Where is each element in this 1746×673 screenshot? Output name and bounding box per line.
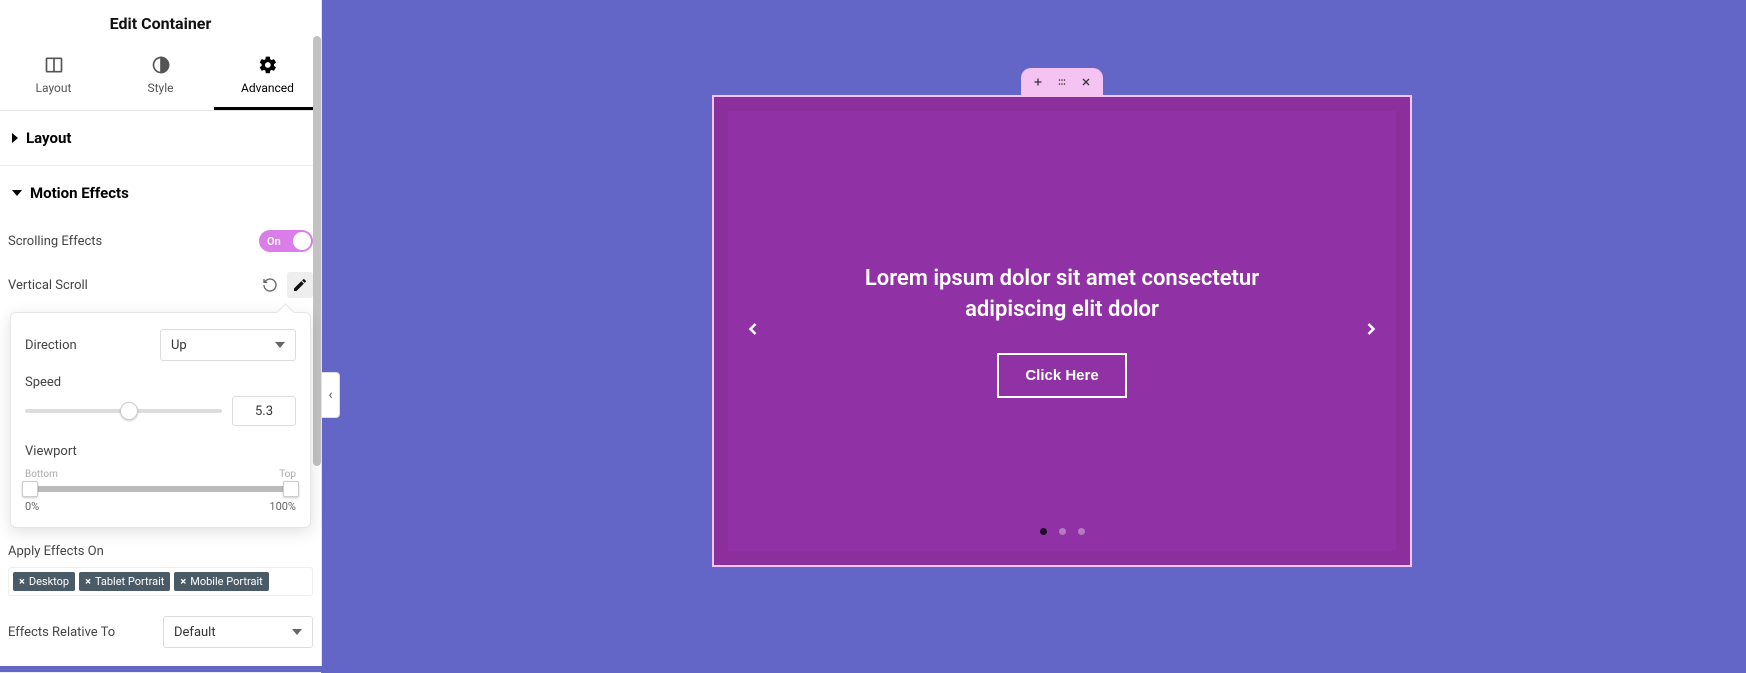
speed-value: 5.3 bbox=[255, 404, 273, 419]
direction-value: Up bbox=[171, 338, 187, 353]
vertical-scroll-controls bbox=[257, 272, 313, 298]
tab-advanced-label: Advanced bbox=[241, 81, 294, 95]
viewport-label: Viewport bbox=[25, 444, 77, 459]
slide-title: Lorem ipsum dolor sit amet consectetur a… bbox=[852, 264, 1272, 326]
panel-title: Edit Container bbox=[0, 0, 321, 45]
columns-icon bbox=[44, 55, 64, 75]
chevron-left-icon bbox=[743, 319, 763, 339]
panel-tabs: Layout Style Advanced bbox=[0, 45, 321, 111]
selected-container: Lorem ipsum dolor sit amet consectetur a… bbox=[712, 68, 1412, 567]
chevron-right-icon bbox=[1361, 319, 1381, 339]
carousel-prev-button[interactable] bbox=[740, 316, 766, 346]
tag-desktop[interactable]: ×Desktop bbox=[13, 572, 75, 591]
close-icon[interactable] bbox=[1080, 76, 1092, 88]
contrast-icon bbox=[151, 55, 171, 75]
carousel-dot-2[interactable] bbox=[1059, 528, 1066, 535]
effects-relative-row: Effects Relative To Default bbox=[8, 602, 313, 658]
section-motion-header[interactable]: Motion Effects bbox=[0, 166, 321, 220]
motion-effects-body: Scrolling Effects On Vertical Scroll bbox=[0, 220, 321, 672]
section-layout: Layout bbox=[0, 111, 321, 166]
slide-content: Lorem ipsum dolor sit amet consectetur a… bbox=[852, 264, 1272, 399]
apply-effects-on-row: Apply Effects On ×Desktop ×Tablet Portra… bbox=[8, 538, 313, 602]
editor-canvas: ‹ Lorem ipsum dolor sit amet consectetur… bbox=[322, 0, 1746, 666]
apply-effects-on-tags[interactable]: ×Desktop ×Tablet Portrait ×Mobile Portra… bbox=[8, 567, 313, 596]
remove-tag-icon[interactable]: × bbox=[180, 575, 186, 588]
scrolling-effects-toggle[interactable]: On bbox=[259, 230, 313, 252]
collapse-panel-button[interactable]: ‹ bbox=[322, 372, 340, 418]
viewport-range-slider[interactable] bbox=[25, 486, 296, 492]
tag-tablet-portrait[interactable]: ×Tablet Portrait bbox=[79, 572, 170, 591]
pencil-icon bbox=[292, 277, 308, 293]
tag-mobile-portrait[interactable]: ×Mobile Portrait bbox=[174, 572, 268, 591]
direction-label: Direction bbox=[25, 338, 77, 353]
reset-button[interactable] bbox=[257, 272, 283, 298]
editor-panel: Edit Container Layout Style Advanced Lay… bbox=[0, 0, 322, 666]
effects-relative-label: Effects Relative To bbox=[8, 625, 115, 640]
vertical-scroll-row: Vertical Scroll bbox=[8, 262, 313, 308]
section-layout-header[interactable]: Layout bbox=[0, 111, 321, 165]
viewport-row: Viewport Bottom Top 0% 100% bbox=[25, 444, 296, 513]
tab-style-label: Style bbox=[147, 81, 173, 95]
direction-row: Direction Up bbox=[25, 329, 296, 361]
caret-right-icon bbox=[12, 133, 18, 143]
speed-slider-thumb[interactable] bbox=[120, 402, 138, 420]
carousel-dot-3[interactable] bbox=[1078, 528, 1085, 535]
drag-handle-icon[interactable] bbox=[1056, 76, 1068, 88]
chevron-down-icon bbox=[292, 629, 302, 635]
tab-advanced[interactable]: Advanced bbox=[214, 45, 321, 110]
slide-cta-button[interactable]: Click Here bbox=[997, 353, 1126, 398]
caret-down-icon bbox=[12, 190, 22, 196]
carousel-dots bbox=[728, 528, 1396, 535]
speed-row: Speed 5.3 bbox=[25, 375, 296, 426]
carousel-widget: Lorem ipsum dolor sit amet consectetur a… bbox=[714, 97, 1410, 565]
gear-icon bbox=[258, 55, 278, 75]
chevron-left-icon: ‹ bbox=[328, 387, 332, 403]
carousel-next-button[interactable] bbox=[1358, 316, 1384, 346]
section-layout-label: Layout bbox=[26, 129, 71, 147]
speed-slider[interactable] bbox=[25, 409, 222, 413]
scrolling-effects-row: Scrolling Effects On bbox=[8, 220, 313, 262]
undo-icon bbox=[262, 277, 278, 293]
remove-tag-icon[interactable]: × bbox=[19, 575, 25, 588]
panel-scrollbar[interactable] bbox=[313, 36, 321, 466]
remove-tag-icon[interactable]: × bbox=[85, 575, 91, 588]
chevron-down-icon bbox=[275, 342, 285, 348]
tab-layout[interactable]: Layout bbox=[0, 45, 107, 110]
container-handle[interactable] bbox=[1021, 68, 1103, 96]
speed-input[interactable]: 5.3 bbox=[232, 396, 296, 426]
toggle-on-label: On bbox=[267, 235, 281, 248]
viewport-bottom-value: 0% bbox=[25, 500, 39, 513]
container-outline[interactable]: Lorem ipsum dolor sit amet consectetur a… bbox=[712, 95, 1412, 567]
section-motion-label: Motion Effects bbox=[30, 184, 129, 202]
vertical-scroll-label: Vertical Scroll bbox=[8, 278, 88, 293]
speed-label: Speed bbox=[25, 375, 61, 390]
apply-effects-on-label: Apply Effects On bbox=[8, 544, 313, 559]
viewport-thumb-bottom[interactable] bbox=[22, 481, 38, 497]
vertical-scroll-popout: Direction Up Speed 5.3 bbox=[10, 312, 311, 528]
direction-select[interactable]: Up bbox=[160, 329, 296, 361]
viewport-bottom-label: Bottom bbox=[25, 469, 58, 480]
plus-icon[interactable] bbox=[1032, 76, 1044, 88]
viewport-top-value: 100% bbox=[269, 500, 296, 513]
carousel-dot-1[interactable] bbox=[1040, 528, 1047, 535]
edit-button[interactable] bbox=[287, 272, 313, 298]
tab-layout-label: Layout bbox=[36, 81, 72, 95]
viewport-top-label: Top bbox=[279, 469, 296, 480]
viewport-thumb-top[interactable] bbox=[283, 481, 299, 497]
tab-style[interactable]: Style bbox=[107, 45, 214, 110]
effects-relative-value: Default bbox=[174, 625, 216, 640]
toggle-knob bbox=[293, 232, 311, 250]
section-motion-effects: Motion Effects Scrolling Effects On Vert… bbox=[0, 166, 321, 673]
effects-relative-select[interactable]: Default bbox=[163, 616, 313, 648]
scrolling-effects-label: Scrolling Effects bbox=[8, 234, 102, 249]
